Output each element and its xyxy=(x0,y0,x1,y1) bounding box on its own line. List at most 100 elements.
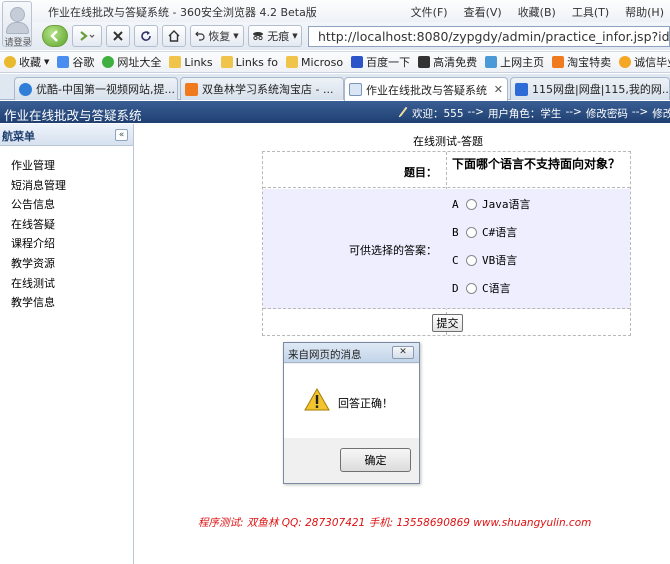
dialog-message: 回答正确！ xyxy=(338,397,393,410)
sidebar-item-homework[interactable]: 作业管理 xyxy=(0,156,133,176)
favorite-link[interactable]: 高清免费 xyxy=(418,54,477,70)
favorite-link[interactable]: 诚信毕业 xyxy=(619,54,670,70)
system-title: 作业在线批改与答疑系统 xyxy=(4,108,142,123)
dialog-close-button[interactable]: ✕ xyxy=(392,346,414,359)
close-icon xyxy=(113,31,123,41)
browser-title-bar: 作业在线批改与答疑系统 - 360安全浏览器 4.2 Beta版 文件(F) 查… xyxy=(0,0,670,22)
option-key: C xyxy=(452,253,459,267)
incognito-icon xyxy=(253,32,264,41)
option-c[interactable]: C VB语言 xyxy=(452,252,517,268)
taobao-icon xyxy=(185,82,198,96)
page-icon xyxy=(349,83,362,96)
chevron-down-icon: ▼ xyxy=(233,32,239,40)
sidebar-item-teaching-info[interactable]: 教学信息 xyxy=(0,293,133,313)
favorite-folder[interactable]: Links fo xyxy=(220,56,278,69)
favorite-link[interactable]: 谷歌 xyxy=(57,54,94,70)
collapse-sidebar-button[interactable]: « xyxy=(115,129,128,141)
menu-help[interactable]: 帮助(H) xyxy=(625,4,664,20)
options-label: 可供选择的答案： xyxy=(349,244,437,257)
submit-button[interactable]: 提交 xyxy=(432,314,463,332)
home-icon xyxy=(168,30,180,42)
question-form: 题目： 下面哪个语言不支持面向对象？ 可供选择的答案： A Java语言 B C… xyxy=(262,151,631,336)
separator-arrow: --> xyxy=(565,106,582,118)
page-title: 在线测试-答题 xyxy=(413,135,483,148)
smile-icon xyxy=(619,56,632,68)
forward-button[interactable] xyxy=(72,25,102,47)
radio-option-d[interactable] xyxy=(466,282,477,294)
avatar[interactable]: 请登录 xyxy=(2,1,32,48)
back-arrow-icon xyxy=(50,30,58,42)
chevron-down-icon: ▼ xyxy=(44,58,50,66)
sidebar-title: 航菜单 xyxy=(2,130,35,143)
menu-favorites[interactable]: 收藏(B) xyxy=(518,4,556,20)
favorite-link[interactable]: 百度一下 xyxy=(351,54,410,70)
home-button[interactable] xyxy=(162,25,186,47)
favorite-folder[interactable]: Microso xyxy=(286,56,343,69)
favorite-folder[interactable]: Links xyxy=(169,56,213,69)
tab-youku[interactable]: 优酷-中国第一视频网站,提... xyxy=(14,77,178,100)
change-password-link[interactable]: 修改密码 xyxy=(586,106,628,121)
folder-icon xyxy=(169,56,182,68)
favorites-menu[interactable]: 收藏 ▼ xyxy=(4,54,49,70)
refresh-icon xyxy=(141,31,151,41)
navigation-toolbar: 恢复 ▼ 无痕 ▼ http://localhost:8080/zypgdy/a… xyxy=(0,22,670,50)
option-key: B xyxy=(452,225,459,239)
ok-button[interactable]: 确定 xyxy=(340,448,411,472)
radio-option-b[interactable] xyxy=(466,226,477,238)
folder-icon xyxy=(286,56,299,68)
user-role: 用户角色：学生 xyxy=(487,108,562,120)
favorite-link[interactable]: 淘宝特卖 xyxy=(552,54,611,70)
warning-icon xyxy=(304,388,330,411)
menu-file[interactable]: 文件(F) xyxy=(411,4,448,20)
sidebar-item-resources[interactable]: 教学资源 xyxy=(0,254,133,274)
favorites-bar: 收藏 ▼ 谷歌 网址大全 Links Links fo Microso 百度一下 … xyxy=(0,51,670,73)
tab-label: 双鱼林学习系统淘宝店 - ... xyxy=(202,83,334,96)
address-bar[interactable]: http://localhost:8080/zypgdy/admin/pract… xyxy=(308,26,670,47)
menu-view[interactable]: 查看(V) xyxy=(464,4,502,20)
separator-arrow: --> xyxy=(631,106,649,118)
forward-arrow-icon xyxy=(80,31,95,41)
radio-option-c[interactable] xyxy=(466,254,477,266)
option-text: Java语言 xyxy=(482,198,531,211)
refresh-button[interactable] xyxy=(134,25,158,47)
sidebar-item-online-test[interactable]: 在线测试 xyxy=(0,274,133,294)
tab-115-disk[interactable]: 115网盘|网盘|115,我的网... xyxy=(510,77,670,100)
radio-option-a[interactable] xyxy=(466,198,477,210)
login-label: 请登录 xyxy=(4,38,32,48)
favorite-link[interactable]: 上网主页 xyxy=(485,54,544,70)
sidebar-item-courses[interactable]: 课程介绍 xyxy=(0,234,133,254)
sidebar-item-announcements[interactable]: 公告信息 xyxy=(0,195,133,215)
window-title: 作业在线批改与答疑系统 - 360安全浏览器 4.2 Beta版 xyxy=(48,6,317,19)
menu-tools[interactable]: 工具(T) xyxy=(572,4,609,20)
option-d[interactable]: D C语言 xyxy=(452,280,511,296)
option-text: VB语言 xyxy=(482,254,518,267)
sidebar-item-qa[interactable]: 在线答疑 xyxy=(0,215,133,235)
welcome-text: 欢迎：555 xyxy=(412,108,464,120)
tab-taobao-store[interactable]: 双鱼林学习系统淘宝店 - ... xyxy=(180,77,344,100)
option-a[interactable]: A Java语言 xyxy=(452,196,531,212)
close-icon[interactable]: ✕ xyxy=(494,83,503,96)
tab-homework-system[interactable]: 作业在线批改与答疑系统 ✕ xyxy=(344,77,508,101)
back-button[interactable] xyxy=(42,25,68,47)
option-text: C语言 xyxy=(482,282,511,295)
user-info-bar: 欢迎：555 --> 用户角色：学生 --> 修改密码 --> 修改信息 xyxy=(398,106,670,121)
taobao-icon xyxy=(552,56,565,68)
sidebar: 航菜单 « 作业管理 短消息管理 公告信息 在线答疑 课程介绍 教学资源 在线测… xyxy=(0,124,134,564)
tab-label: 115网盘|网盘|115,我的网... xyxy=(532,83,670,96)
option-b[interactable]: B C#语言 xyxy=(452,224,517,240)
modify-info-link[interactable]: 修改信息 xyxy=(652,106,670,121)
tab-label: 作业在线批改与答疑系统 xyxy=(366,83,487,97)
option-text: C#语言 xyxy=(482,226,518,239)
url-text[interactable]: http://localhost:8080/zypgdy/admin/pract… xyxy=(318,29,670,44)
footer-credits: 程序测试: 双鱼林 QQ: 287307421 手机: 13558690869 … xyxy=(198,517,592,529)
incognito-button[interactable]: 无痕 ▼ xyxy=(248,25,302,47)
tab-bar: 优酷-中国第一视频网站,提... 双鱼林学习系统淘宝店 - ... 作业在线批改… xyxy=(0,74,670,101)
paw-icon xyxy=(351,56,364,68)
option-key: D xyxy=(452,281,459,295)
sidebar-item-messages[interactable]: 短消息管理 xyxy=(0,176,133,196)
youku-icon xyxy=(19,82,32,96)
stop-button[interactable] xyxy=(106,25,130,47)
restore-button[interactable]: 恢复 ▼ xyxy=(190,25,244,47)
favorite-link[interactable]: 网址大全 xyxy=(102,54,161,70)
video-icon xyxy=(418,56,431,68)
